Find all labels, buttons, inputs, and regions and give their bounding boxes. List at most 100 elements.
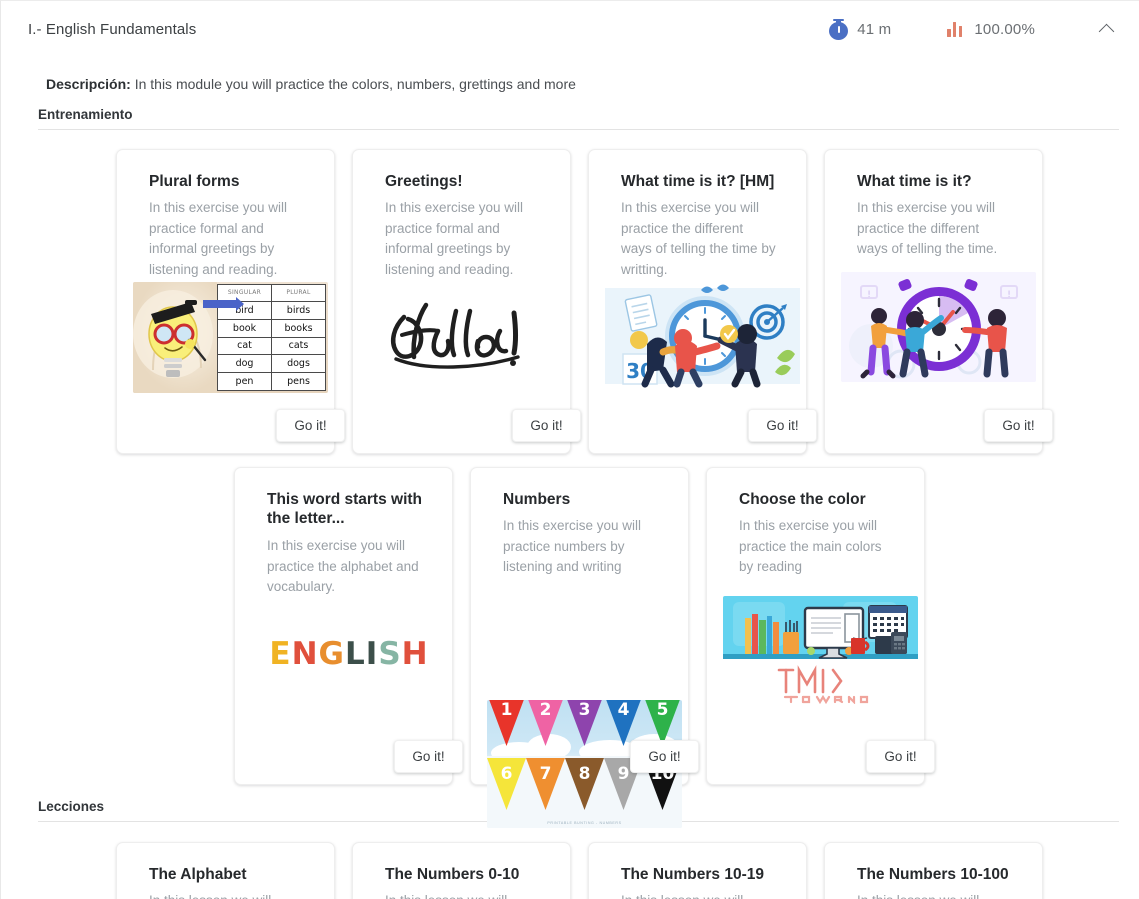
- blue-clock-teamwork-image: 30: [605, 282, 800, 390]
- exercise-card[interactable]: What time is it? [HM] In this exercise y…: [588, 149, 807, 454]
- exercise-card[interactable]: Greetings! In this exercise you will pra…: [352, 149, 571, 454]
- table-row: dog dogs: [218, 355, 325, 373]
- chevron-up-icon: [1098, 23, 1114, 39]
- lesson-card-description: In this lesson we will learn the numbers: [589, 884, 806, 899]
- lesson-card-title: The Numbers 10-19: [589, 865, 806, 885]
- svg-text:!: !: [867, 290, 871, 300]
- go-it-button[interactable]: Go it!: [512, 409, 581, 442]
- table-cell: book: [218, 320, 272, 337]
- bunting-flag: 7: [526, 758, 565, 810]
- lesson-card[interactable]: The Alphabet In this lesson we will lear…: [116, 842, 335, 899]
- time-value: 41 m: [857, 21, 891, 38]
- bunting-number: 6: [501, 764, 513, 810]
- table-cell: cat: [218, 338, 272, 355]
- training-divider: [38, 129, 1119, 130]
- bunting-flag: 2: [526, 700, 565, 746]
- table-cell: dog: [218, 355, 272, 372]
- table-cell: pens: [272, 373, 325, 390]
- training-section-title: Entrenamiento: [38, 107, 1119, 129]
- letter: N: [292, 639, 318, 670]
- table-cell: pen: [218, 373, 272, 390]
- letter: G: [319, 639, 344, 670]
- description-text: In this module you will practice the col…: [131, 76, 576, 92]
- bunting-number: 4: [618, 700, 630, 746]
- table-cell: birds: [272, 302, 325, 319]
- exercise-card-title: This word starts with the letter...: [235, 490, 452, 530]
- module-description: Descripción: In this module you will pra…: [8, 57, 1139, 95]
- exercise-card-description: In this exercise you will practice forma…: [117, 191, 334, 280]
- lessons-row: The Alphabet In this lesson we will lear…: [8, 842, 1139, 899]
- description-label: Descripción:: [46, 76, 131, 92]
- letter: E: [269, 639, 290, 670]
- english-word: E N G L I S H: [269, 639, 427, 670]
- lesson-card[interactable]: The Numbers 10-100 In this lesson we wil…: [824, 842, 1043, 899]
- bunting-caption: PRINTABLE BUNTING - NUMBERS: [487, 821, 682, 825]
- exercise-card[interactable]: Numbers In this exercise you will practi…: [470, 467, 689, 785]
- exercise-card[interactable]: This word starts with the letter... In t…: [234, 467, 453, 785]
- purple-alarm-clock-image: ! !: [841, 272, 1036, 382]
- stopwatch-icon: [829, 19, 848, 40]
- letter: H: [402, 639, 428, 670]
- exercise-card[interactable]: What time is it? In this exercise you wi…: [824, 149, 1043, 454]
- exercise-card-description: In this exercise you will practice numbe…: [471, 509, 688, 578]
- bar-chart-icon: [947, 21, 965, 37]
- exercise-card-title: Choose the color: [707, 490, 924, 510]
- table-row: cat cats: [218, 338, 325, 356]
- exercise-card-description: In this exercise you will practice the d…: [589, 191, 806, 280]
- exercise-card-description: In this exercise you will practice the m…: [707, 509, 924, 578]
- bunting-number: 9: [618, 764, 630, 810]
- exercise-card[interactable]: Plural forms In this exercise you will p…: [116, 149, 335, 454]
- lesson-card-title: The Numbers 0-10: [353, 865, 570, 885]
- bunting-flag: 6: [487, 758, 526, 810]
- go-it-button[interactable]: Go it!: [866, 740, 935, 773]
- table-cell: books: [272, 320, 325, 337]
- bunting-flag: 3: [565, 700, 604, 746]
- bunting-number: 7: [540, 764, 552, 810]
- table-cell: dogs: [272, 355, 325, 372]
- module-header: I.- English Fundamentals 41 m 100.00%: [8, 1, 1139, 57]
- blue-arrow-icon: [203, 300, 237, 308]
- exercise-card-title: What time is it? [HM]: [589, 172, 806, 192]
- plural-forms-image: SINGULAR PLURAL bird birds book books ca…: [133, 282, 328, 393]
- letter: I: [366, 639, 378, 670]
- collapse-module-button[interactable]: [1091, 14, 1121, 44]
- bunting-flag: 1: [487, 700, 526, 746]
- letter: L: [345, 639, 365, 670]
- lesson-card[interactable]: The Numbers 10-19 In this lesson we will…: [588, 842, 807, 899]
- bunting-number: 3: [579, 700, 591, 746]
- exercise-card-description: In this exercise you will practice forma…: [353, 191, 570, 280]
- progress-stat: 100.00%: [947, 21, 1035, 38]
- table-row: pen pens: [218, 373, 325, 390]
- header-stats: 41 m 100.00%: [829, 14, 1121, 44]
- exercise-card-title: Greetings!: [353, 172, 570, 192]
- hello-script-image: [369, 290, 564, 386]
- lesson-card-title: The Numbers 10-100: [825, 865, 1042, 885]
- go-it-button[interactable]: Go it!: [984, 409, 1053, 442]
- lesson-card-title: The Alphabet: [117, 865, 334, 885]
- bunting-number: 1: [501, 700, 513, 746]
- go-it-button[interactable]: Go it!: [394, 740, 463, 773]
- exercise-card-title: Plural forms: [117, 172, 334, 192]
- training-row-2: This word starts with the letter... In t…: [8, 467, 1139, 785]
- bunting-number: 8: [579, 764, 591, 810]
- go-it-button[interactable]: Go it!: [276, 409, 345, 442]
- exercise-card-title: What time is it?: [825, 172, 1042, 192]
- module-page: I.- English Fundamentals 41 m 100.00% De…: [0, 0, 1139, 899]
- go-it-button[interactable]: Go it!: [630, 740, 699, 773]
- exercise-card-description: In this exercise you will practice the a…: [235, 529, 452, 598]
- go-it-button[interactable]: Go it!: [748, 409, 817, 442]
- exercise-card[interactable]: Choose the color In this exercise you wi…: [706, 467, 925, 785]
- training-row-1: Plural forms In this exercise you will p…: [8, 149, 1139, 454]
- lesson-card[interactable]: The Numbers 0-10 In this lesson we will …: [352, 842, 571, 899]
- page-title: I.- English Fundamentals: [28, 21, 196, 38]
- exercise-card-title: Numbers: [471, 490, 688, 510]
- lesson-card-description: In this lesson we will learn the numbers: [825, 884, 1042, 899]
- exercise-card-description: In this exercise you will practice the d…: [825, 191, 1042, 260]
- progress-value: 100.00%: [974, 21, 1035, 38]
- letter: S: [378, 639, 400, 670]
- svg-text:!: !: [1007, 290, 1011, 300]
- table-row: book books: [218, 320, 325, 338]
- training-section-header: Entrenamiento: [8, 107, 1139, 130]
- english-letters-image: E N G L I S H: [251, 623, 446, 687]
- time-to-work-desk-image: [723, 596, 918, 704]
